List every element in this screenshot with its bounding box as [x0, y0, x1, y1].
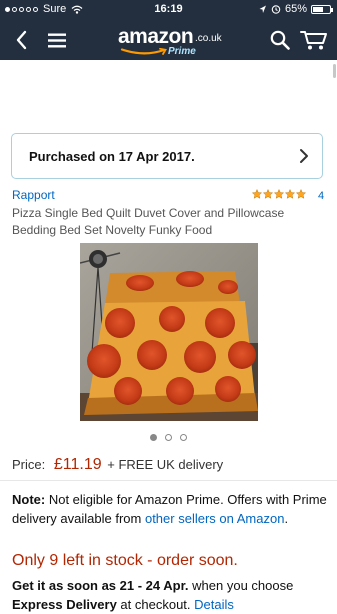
star-icon: [296, 189, 306, 199]
pager-dot[interactable]: [150, 434, 157, 441]
purchased-text: Purchased on 17 Apr 2017.: [29, 148, 195, 164]
delivery-date: Get it as soon as 21 - 24 Apr.: [12, 578, 189, 593]
alarm-clock-icon: [271, 5, 281, 14]
star-rating[interactable]: [252, 189, 306, 199]
rating-count[interactable]: 4: [318, 190, 324, 202]
scrollbar[interactable]: [333, 64, 336, 78]
shopping-cart-icon: [300, 31, 327, 50]
note-label: Note:: [12, 492, 46, 507]
amazon-logo[interactable]: amazon .co.uk Prime: [118, 25, 222, 57]
cart-button[interactable]: [297, 20, 331, 60]
star-icon: [252, 189, 262, 199]
image-pager[interactable]: [0, 434, 337, 441]
delivery-suffix: when you choose: [192, 578, 294, 593]
pager-dot[interactable]: [180, 434, 187, 441]
note-end: .: [284, 511, 289, 526]
menu-button[interactable]: [42, 20, 72, 60]
checkout-text: at checkout.: [120, 597, 191, 612]
purchased-notice[interactable]: Purchased on 17 Apr 2017.: [11, 133, 323, 179]
battery-icon: [311, 4, 333, 14]
other-sellers-link[interactable]: other sellers on Amazon: [145, 511, 284, 526]
stock-status: Only 9 left in stock - order soon.: [12, 552, 238, 569]
app-header: amazon .co.uk Prime: [0, 20, 337, 60]
delivery-estimate: Get it as soon as 21 - 24 Apr. when you …: [12, 576, 337, 614]
back-button[interactable]: [6, 20, 36, 60]
location-arrow-icon: [259, 5, 266, 13]
status-bar: Sure 16:19 65%: [0, 0, 337, 20]
battery-percent: 65%: [284, 3, 307, 15]
price-amount: £11.19: [53, 456, 102, 473]
star-icon: [263, 189, 273, 199]
logo-wordmark: amazon: [118, 25, 194, 48]
pager-dot[interactable]: [165, 434, 172, 441]
price-label: Price:: [12, 457, 46, 472]
search-button[interactable]: [265, 20, 295, 60]
star-icon: [274, 189, 284, 199]
brand-link[interactable]: Rapport: [12, 188, 55, 202]
status-right: 65%: [259, 3, 333, 15]
logo-domain: .co.uk: [195, 33, 222, 44]
amazon-smile-icon: [120, 48, 167, 55]
express-delivery: Express Delivery: [12, 597, 117, 612]
logo-prime: Prime: [168, 46, 196, 57]
search-icon: [270, 30, 290, 50]
hamburger-menu-icon: [48, 33, 66, 47]
details-link[interactable]: Details: [194, 597, 234, 612]
star-icon: [285, 189, 295, 199]
product-image[interactable]: [80, 243, 258, 421]
chevron-left-icon: [16, 30, 27, 50]
divider: [0, 480, 337, 481]
prime-note: Note: Not eligible for Amazon Prime. Off…: [12, 490, 327, 528]
chevron-right-icon: [300, 149, 308, 163]
delivery-text: + FREE UK delivery: [107, 457, 224, 472]
price-row: Price: £11.19 + FREE UK delivery: [12, 456, 223, 474]
product-title: Pizza Single Bed Quilt Duvet Cover and P…: [12, 206, 285, 237]
